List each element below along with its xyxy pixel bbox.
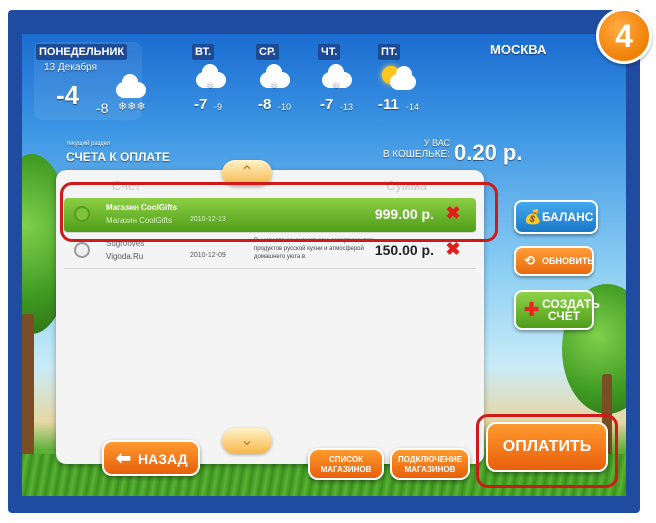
refresh-button[interactable]: ⟲ ОБНОВИТЬ xyxy=(514,246,594,276)
balance-button[interactable]: 💰 БАЛАНС xyxy=(514,200,598,234)
create-invoice-button[interactable]: ✚ СОЗДАТЬ СЧЕТ xyxy=(514,290,600,330)
invoice-sub: Vigoda.Ru xyxy=(106,252,144,261)
cloud-icon xyxy=(116,74,146,98)
forecast-temp: -8 xyxy=(258,96,272,113)
refresh-icon: ⟲ xyxy=(524,253,535,268)
snowflake-icon: ❄❄❄ xyxy=(118,101,146,113)
forecast-temp: -11 xyxy=(378,96,399,113)
forecast-day-fri: ПТ. -11 -14 xyxy=(376,44,430,114)
section-caption: текущий раздел xyxy=(66,141,111,147)
wallet-label-line2: В КОШЕЛЬКЕ: xyxy=(382,149,450,160)
today-temp: -4 xyxy=(56,80,80,110)
forecast-night-temp: -14 xyxy=(406,102,420,112)
back-arrow-icon: ⬅ xyxy=(116,448,132,468)
step-badge: 4 xyxy=(596,8,652,64)
connect-shops-button[interactable]: ПОДКЛЮЧЕНИЕ МАГАЗИНОВ xyxy=(390,448,470,480)
balance-label: БАЛАНС xyxy=(542,210,594,224)
pay-button-highlight xyxy=(476,414,618,488)
today-night-temp: -8 xyxy=(96,100,109,116)
shop-list-label: СПИСОК МАГАЗИНОВ xyxy=(320,455,372,474)
wallet-amount: 0.20 р. xyxy=(454,140,523,165)
create-invoice-label: СОЗДАТЬ СЧЕТ xyxy=(542,297,600,323)
selected-row-highlight xyxy=(60,182,498,242)
sun-cloud-icon xyxy=(390,66,416,90)
invoice-date: 2010-12-09 xyxy=(190,252,226,259)
row-radio[interactable] xyxy=(74,242,90,258)
connect-shops-label: ПОДКЛЮЧЕНИЕ МАГАЗИНОВ xyxy=(398,455,463,474)
tree-trunk-left xyxy=(22,314,34,464)
money-bag-icon: 💰 xyxy=(524,208,542,225)
snowflake-icon: ❄ xyxy=(270,80,279,91)
delete-icon[interactable]: ✖ xyxy=(444,240,462,258)
forecast-night-temp: -13 xyxy=(340,102,354,112)
forecast-night-temp: -9 xyxy=(214,102,223,112)
back-label: НАЗАД xyxy=(138,451,188,467)
section-title: СЧЕТА К ОПЛАТЕ xyxy=(66,150,170,164)
snowflake-icon: ❄ xyxy=(332,80,341,91)
forecast-temp: -7 xyxy=(194,96,208,113)
snowflake-icon: ❄ xyxy=(206,80,215,91)
forecast-day-label: ВТ. xyxy=(192,44,215,60)
forecast-day-wed: СР. ❄ -8 -10 xyxy=(254,44,304,114)
today-date: 13 Декабря xyxy=(44,62,97,73)
forecast-day-label: СР. xyxy=(256,44,279,60)
scroll-down-button[interactable]: ⌄ xyxy=(222,428,272,454)
wallet-label-line1: У ВАС xyxy=(423,138,450,148)
forecast-night-temp: -10 xyxy=(278,102,292,112)
refresh-label: ОБНОВИТЬ xyxy=(542,256,594,266)
forecast-day-label: ЧТ. xyxy=(318,44,341,60)
invoice-amount: 150.00 р. xyxy=(374,242,434,258)
city-label: МОСКВА xyxy=(490,42,547,57)
shop-list-button[interactable]: СПИСОК МАГАЗИНОВ xyxy=(308,448,384,480)
plus-icon: ✚ xyxy=(524,299,540,320)
forecast-day-label: ПТ. xyxy=(378,44,401,60)
back-button[interactable]: ⬅ НАЗАД xyxy=(102,440,200,476)
forecast-day-thu: ЧТ. ❄ -7 -13 xyxy=(316,44,366,114)
forecast-day-tue: ВТ. ❄ -7 -9 xyxy=(190,44,240,114)
weather-today: ПОНЕДЕЛЬНИК 13 Декабря -4 -8 ❄❄❄ xyxy=(34,42,146,120)
today-day-label: ПОНЕДЕЛЬНИК xyxy=(36,44,128,60)
forecast-temp: -7 xyxy=(320,96,334,113)
